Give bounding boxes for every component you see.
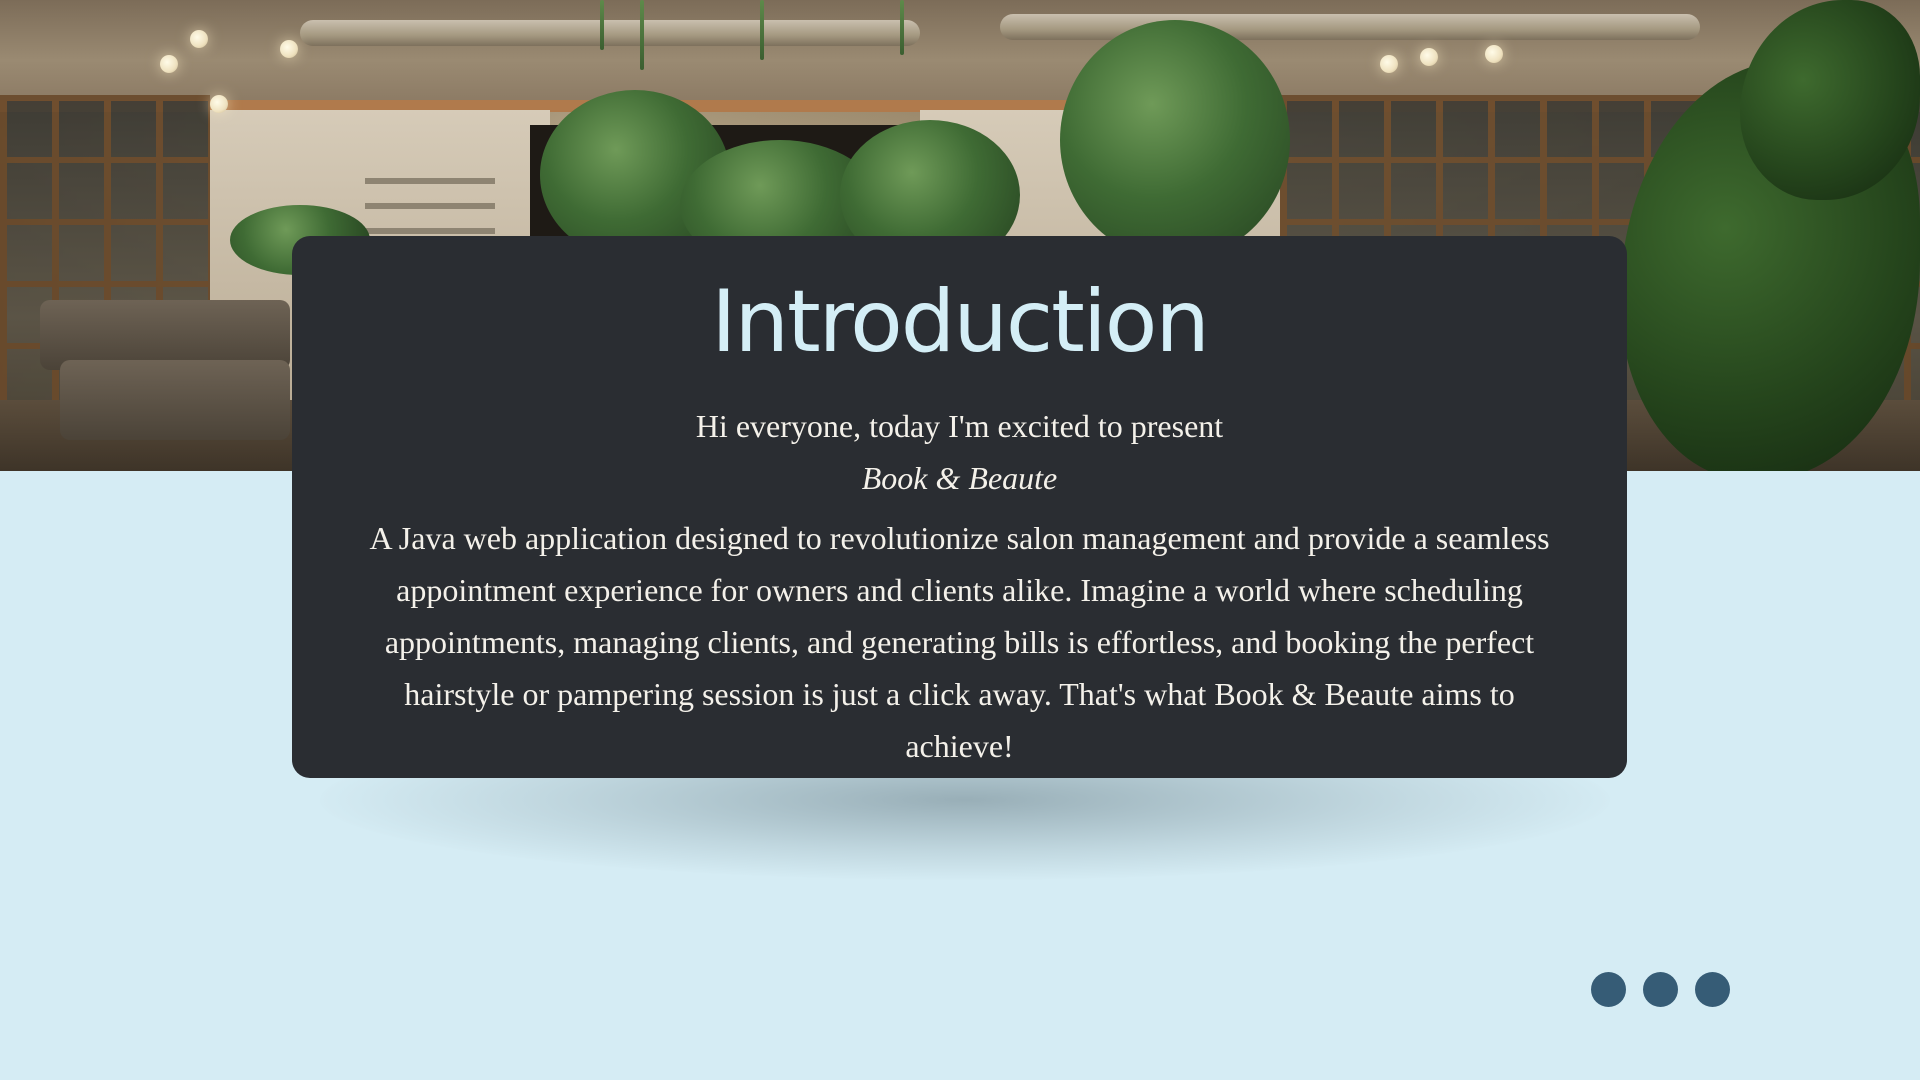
intro-line: Hi everyone, today I'm excited to presen… [695, 408, 1224, 444]
photo-lamp [160, 55, 178, 73]
photo-shelf [365, 228, 495, 234]
intro-card: Introduction Hi everyone, today I'm exci… [292, 236, 1627, 778]
photo-lamp [1420, 48, 1438, 66]
photo-sofa [60, 360, 290, 440]
photo-lamp [280, 40, 298, 58]
photo-plant [1060, 20, 1290, 260]
photo-duct [300, 20, 920, 46]
decorative-dots [1591, 972, 1730, 1007]
photo-lamp [190, 30, 208, 48]
app-name: Book & Beaute [861, 460, 1058, 496]
slide-title: Introduction [711, 272, 1210, 372]
photo-lamp [1485, 45, 1503, 63]
photo-vine [640, 0, 644, 70]
photo-shelf [365, 178, 495, 184]
photo-duct [1000, 14, 1700, 40]
dot-icon [1643, 972, 1678, 1007]
dot-icon [1591, 972, 1626, 1007]
photo-vine [760, 0, 764, 60]
photo-shelf [365, 203, 495, 209]
photo-lamp [210, 95, 228, 113]
photo-vine [900, 0, 904, 55]
photo-lamp [1380, 55, 1398, 73]
dot-icon [1695, 972, 1730, 1007]
intro-body-text: A Java web application designed to revol… [369, 520, 1550, 764]
photo-vine [600, 0, 604, 50]
